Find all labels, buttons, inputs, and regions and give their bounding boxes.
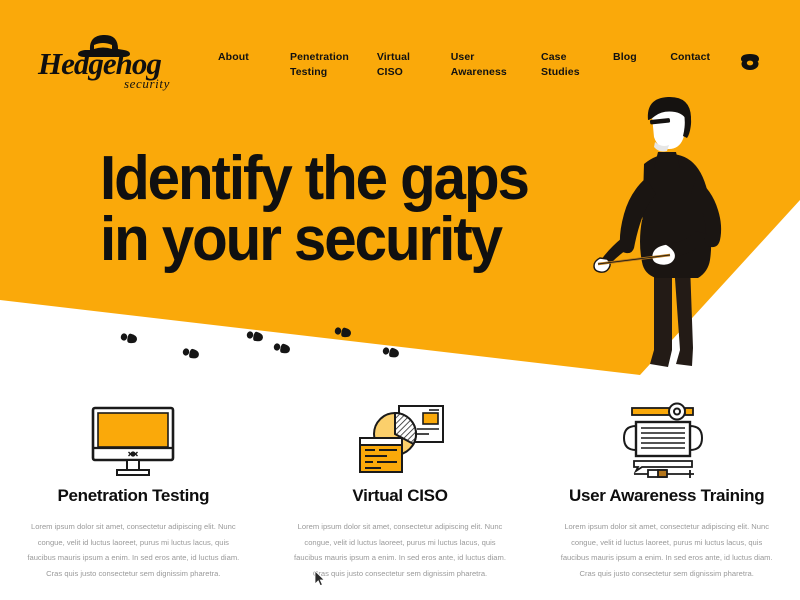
pie-chart-report-icon	[351, 400, 449, 478]
feature-body: Lorem ipsum dolor sit amet, consectetur …	[294, 522, 506, 578]
telephone-icon[interactable]	[738, 50, 762, 72]
feature-title: Virtual CISO	[352, 486, 448, 505]
presentation-board-icon	[618, 400, 716, 478]
nav-item-about[interactable]: About	[218, 50, 262, 65]
logo-tagline: security	[124, 76, 170, 91]
feature-card-virtual-ciso: Virtual CISO Lorem ipsum dolor sit amet,…	[267, 400, 534, 600]
desktop-monitor-icon	[84, 400, 182, 478]
logo[interactable]: Hedgehog security	[36, 30, 196, 92]
feature-card-user-awareness-training: User Awareness Training Lorem ipsum dolo…	[533, 400, 800, 600]
main-navigation: About Penetration Testing Virtual CISO U…	[218, 50, 718, 80]
headline-line-2: in your security	[100, 205, 503, 275]
landing-page: Hedgehog security About Penetration Test…	[0, 0, 800, 600]
feature-body: Lorem ipsum dolor sit amet, consectetur …	[560, 522, 773, 578]
nav-item-penetration-testing[interactable]: Penetration Testing	[290, 50, 349, 80]
nav-item-case-studies[interactable]: Case Studies	[541, 50, 585, 80]
nav-item-user-awareness[interactable]: User Awareness	[451, 50, 513, 80]
feature-card-penetration-testing: Penetration Testing Lorem ipsum dolor si…	[0, 400, 267, 600]
feature-title: User Awareness Training	[569, 486, 765, 505]
feature-body: Lorem ipsum dolor sit amet, consectetur …	[27, 522, 240, 578]
nav-item-virtual-ciso[interactable]: Virtual CISO	[377, 50, 423, 80]
headline-line-1: Identify the gaps	[100, 144, 530, 213]
feature-section: Penetration Testing Lorem ipsum dolor si…	[0, 400, 800, 600]
hero-headline: Identify the gaps in your security	[100, 144, 626, 275]
nav-item-contact[interactable]: Contact	[670, 50, 718, 65]
nav-item-blog[interactable]: Blog	[613, 50, 642, 65]
feature-title: Penetration Testing	[57, 486, 210, 505]
site-header: Hedgehog security About Penetration Test…	[0, 0, 800, 105]
